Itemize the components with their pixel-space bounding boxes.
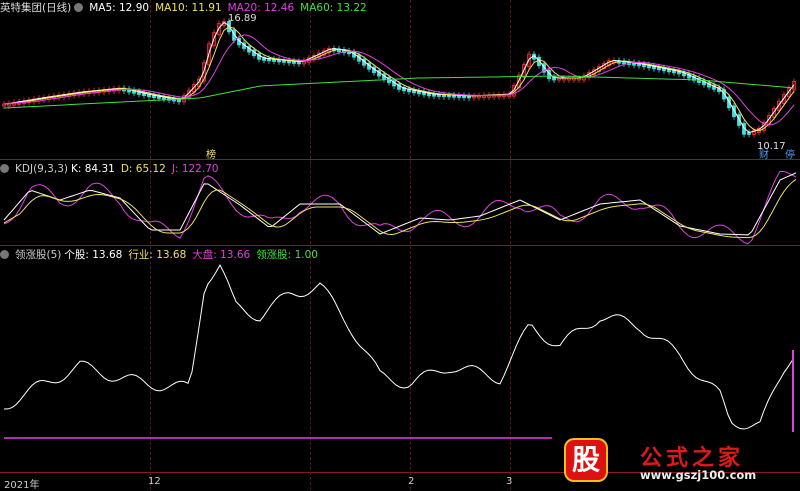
- leader-stock-chart[interactable]: [0, 246, 800, 472]
- kdj-j-line: [3, 170, 797, 245]
- high-price-label: 16.89: [228, 13, 257, 24]
- ma5-line: [3, 21, 795, 133]
- stock-value-label: 个股: 13.68: [64, 249, 123, 261]
- market-value-label: 大盘: 13.66: [192, 249, 251, 261]
- ma5-label: MA5: 12.90: [89, 2, 150, 14]
- candlestick-chart[interactable]: [0, 0, 800, 160]
- industry-value-label: 行业: 13.68: [128, 249, 187, 261]
- x-axis-label: 2021年: [4, 480, 40, 491]
- settings-dot-icon[interactable]: [0, 164, 9, 173]
- list-tag[interactable]: 榜: [204, 146, 218, 161]
- main-header: 英特集团(日线) MA5: 12.90 MA10: 11.91 MA20: 12.46…: [0, 1, 373, 15]
- kdj-k-label: K: 84.31: [70, 163, 115, 175]
- stock-title[interactable]: 英特集团(日线): [0, 2, 71, 14]
- kdj-k-line: [3, 172, 797, 236]
- stock-line: [3, 264, 793, 430]
- finance-tag[interactable]: 财: [757, 146, 771, 161]
- settings-dot-icon[interactable]: [0, 250, 9, 259]
- kdj-title[interactable]: KDJ(9,3,3): [15, 163, 68, 175]
- x-axis-label: 2: [408, 476, 415, 487]
- indicator-title[interactable]: 领涨股(5): [15, 249, 61, 261]
- kdj-j-label: J: 122.70: [171, 163, 219, 175]
- indicator-header: 领涨股(5) 个股: 13.68 行业: 13.68 大盘: 13.66 领涨股: 1.…: [0, 248, 324, 262]
- x-axis-label: 12: [148, 476, 161, 487]
- ma20-line: [3, 34, 795, 126]
- x-axis-label: 3: [506, 476, 513, 487]
- ma60-label: MA60: 13.22: [300, 2, 367, 14]
- ma10-label: MA10: 11.91: [155, 2, 222, 14]
- site-watermark: 股 公式之家 www.gszj100.com: [562, 440, 782, 484]
- suspend-tag[interactable]: 停: [783, 146, 797, 161]
- watermark-url: www.gszj100.com: [640, 468, 757, 482]
- settings-dot-icon[interactable]: [74, 3, 84, 12]
- stock-icon: 股: [566, 440, 606, 480]
- kdj-header: KDJ(9,3,3) K: 84.31 D: 65.12 J: 122.70: [0, 162, 225, 176]
- leader-value-label: 领涨股: 1.00: [256, 249, 318, 261]
- kdj-d-label: D: 65.12: [120, 163, 166, 175]
